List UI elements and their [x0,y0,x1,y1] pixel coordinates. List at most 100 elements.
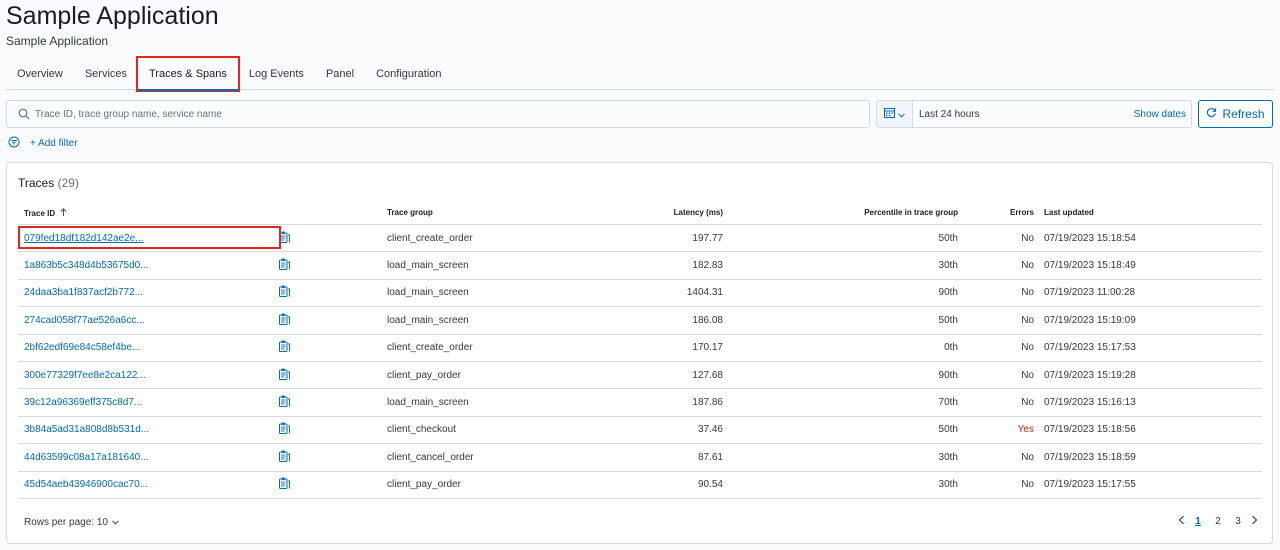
chevron-down-icon [898,105,905,123]
quick-select-button[interactable] [877,101,913,127]
table-row: 3b84a5ad31a808d8b531d... client_checkout 3… [18,417,1262,445]
latency-cell: 37.46 [697,424,723,436]
latency-cell: 87.61 [697,451,723,463]
page-title: Sample Application [6,2,219,30]
trace-group-cell: load_main_screen [387,287,469,299]
page-2-button[interactable]: 2 [1211,516,1225,527]
copy-icon[interactable] [279,368,290,380]
tab-traces-spans[interactable]: Traces & Spans [136,56,240,92]
trace-group-cell: client_pay_order [387,479,461,491]
last-updated-cell: 07/19/2023 15:18:54 [1044,232,1136,244]
column-last-updated[interactable]: Last updated [1034,208,1262,217]
last-updated-cell: 07/19/2023 15:19:09 [1044,314,1136,326]
trace-id-link[interactable]: 274cad058f77ae526a6cc... [24,315,145,326]
latency-cell: 186.08 [692,314,723,326]
errors-cell: Yes [1017,424,1034,436]
errors-cell: No [1021,369,1034,381]
table-header: Trace ID Trace group Latency (ms) Percen… [18,201,1262,225]
errors-cell: No [1021,479,1034,491]
copy-icon[interactable] [279,477,290,490]
column-trace-id[interactable]: Trace ID [18,207,275,218]
last-updated-cell: 07/19/2023 15:18:49 [1044,260,1136,272]
latency-cell: 187.86 [692,397,723,409]
search-icon [13,108,35,120]
page-3-button[interactable]: 3 [1231,516,1245,527]
percentile-cell: 50th [938,424,958,436]
column-latency[interactable]: Latency (ms) [613,208,723,217]
tab-configuration[interactable]: Configuration [365,58,452,90]
last-updated-cell: 07/19/2023 15:17:55 [1044,479,1136,491]
next-page-button[interactable] [1251,515,1258,528]
percentile-cell: 50th [938,232,958,244]
date-picker: Last 24 hours Show dates [876,100,1192,128]
filter-bar: + Add filter [8,136,78,151]
search-input[interactable] [35,108,869,120]
table-body: 079fed18df182d142ae2e... client_create_or… [18,225,1262,499]
trace-id-link[interactable]: 300e77329f7ee8e2ca122... [24,370,146,381]
copy-icon[interactable] [279,395,290,408]
trace-id-link[interactable]: 44d63599c08a17a181640... [24,452,149,463]
copy-icon[interactable] [279,313,290,325]
latency-cell: 90.54 [697,479,723,491]
copy-icon[interactable] [279,258,290,271]
tab-bar: Overview Services Traces & Spans Log Eve… [6,56,1274,92]
errors-cell: No [1021,287,1034,299]
trace-id-link[interactable]: 24daa3ba1f837acf2b772... [24,287,143,298]
trace-id-link[interactable]: 45d54aeb43946900cac70... [24,479,148,490]
traces-panel: Traces (29) Trace ID Trace group Latency… [6,162,1273,544]
trace-id-link[interactable]: 079fed18df182d142ae2e... [24,233,144,244]
add-filter-button[interactable]: + Add filter [30,138,78,149]
traces-title: Traces (29) [18,176,79,190]
rows-per-page-button[interactable]: Rows per page: 10 [24,517,119,528]
traces-count: (29) [57,176,79,190]
page-1-button[interactable]: 1 [1191,516,1205,527]
latency-cell: 1404.31 [686,287,723,299]
trace-id-link[interactable]: 2bf62edf69e84c58ef4be... [24,342,140,353]
percentile-cell: 30th [938,479,958,491]
trace-id-link[interactable]: 3b84a5ad31a808d8b531d... [24,424,149,435]
table-row: 1a863b5c348d4b53675d0... load_main_screen… [18,252,1262,280]
last-updated-cell: 07/19/2023 15:17:53 [1044,342,1136,354]
column-errors[interactable]: Errors [958,208,1034,217]
column-trace-group[interactable]: Trace group [387,208,613,217]
table-row: 24daa3ba1f837acf2b772... load_main_screen… [18,280,1262,308]
filter-icon[interactable] [8,136,20,151]
tab-log-events[interactable]: Log Events [238,58,315,90]
trace-group-cell: client_cancel_order [387,451,474,463]
show-dates-link[interactable]: Show dates [1134,109,1191,120]
tab-overview[interactable]: Overview [6,58,74,90]
trace-id-link[interactable]: 39c12a96369eff375c8d7... [24,397,142,408]
table-row: 300e77329f7ee8e2ca122... client_pay_order… [18,362,1262,390]
trace-group-cell: load_main_screen [387,397,469,409]
table-row: 45d54aeb43946900cac70... client_pay_order… [18,472,1262,499]
copy-icon[interactable] [279,340,290,353]
tab-services[interactable]: Services [74,58,138,90]
copy-icon[interactable] [279,422,290,435]
column-percentile[interactable]: Percentile in trace group [723,208,958,217]
date-range-text[interactable]: Last 24 hours [913,109,1134,120]
trace-id-link[interactable]: 1a863b5c348d4b53675d0... [24,260,149,271]
page-subtitle: Sample Application [6,34,109,48]
last-updated-cell: 07/19/2023 15:16:13 [1044,397,1136,409]
trace-group-cell: client_checkout [387,424,456,436]
errors-cell: No [1021,232,1034,244]
prev-page-button[interactable] [1178,515,1185,528]
last-updated-cell: 07/19/2023 15:18:56 [1044,424,1136,436]
copy-icon[interactable] [279,285,290,298]
search-bar [6,100,870,128]
calendar-icon [884,105,895,123]
latency-cell: 170.17 [692,342,723,354]
copy-icon[interactable] [279,450,290,462]
latency-cell: 127.68 [692,369,723,381]
errors-cell: No [1021,451,1034,463]
trace-group-cell: load_main_screen [387,314,469,326]
errors-cell: No [1021,342,1034,354]
table-row: 2bf62edf69e84c58ef4be... client_create_or… [18,335,1262,362]
sort-arrow-up-icon [60,207,67,218]
tab-panel[interactable]: Panel [315,58,365,90]
last-updated-cell: 07/19/2023 15:18:59 [1044,451,1136,463]
percentile-cell: 90th [938,287,958,299]
percentile-cell: 30th [938,451,958,463]
last-updated-cell: 07/19/2023 15:19:28 [1044,369,1136,381]
refresh-button[interactable]: Refresh [1198,100,1273,128]
